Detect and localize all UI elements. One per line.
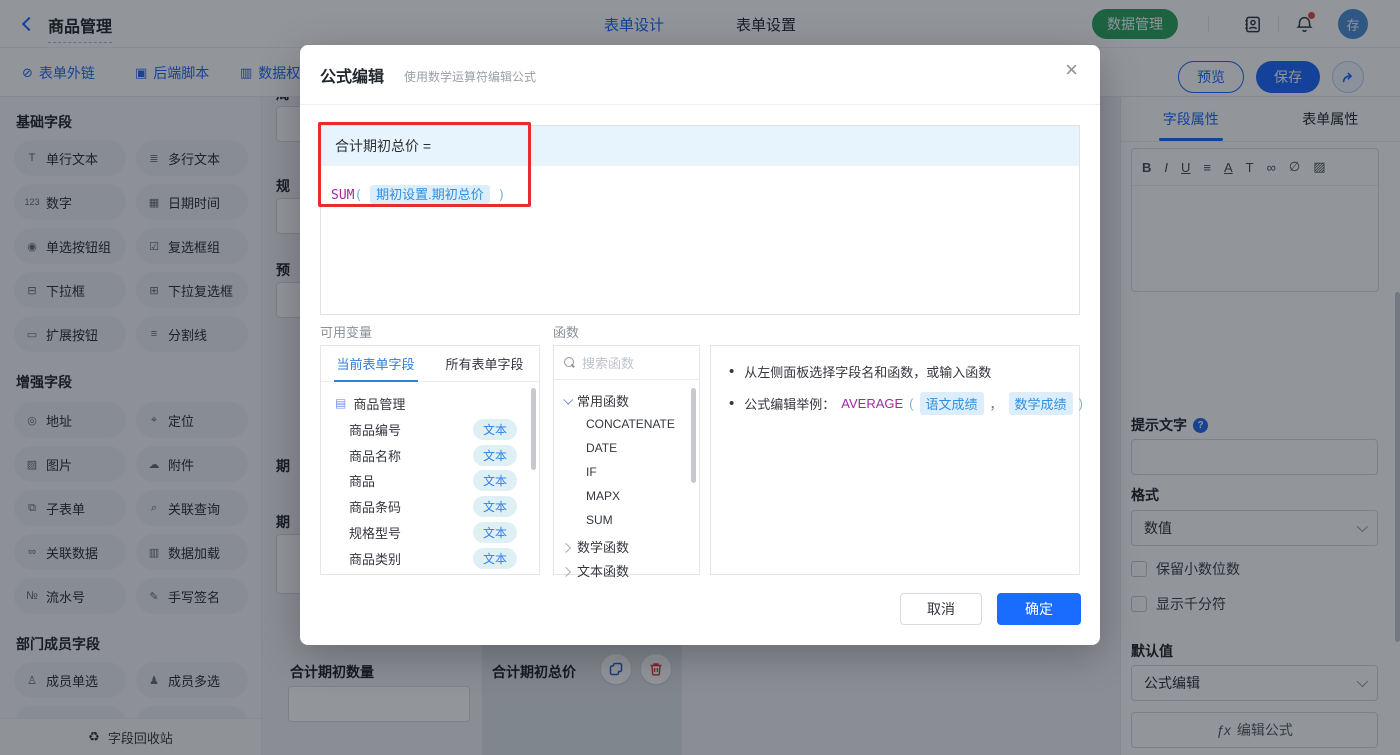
app-screen: 商品管理 表单设计 表单设置 数据管理 存 ⊘ 表单外链 ▣ 后端脚本 ▥ 数据… [0, 0, 1400, 755]
close-icon[interactable]: × [1065, 59, 1078, 81]
variable-item[interactable]: 商品编号 文本 [321, 416, 539, 442]
modal-subtitle: 使用数学运算符编辑公式 [404, 70, 537, 84]
formula-target: 合计期初总价 [335, 138, 419, 154]
example-token: 语文成绩 [919, 392, 984, 415]
functions-scrollbar[interactable] [691, 388, 696, 483]
confirm-button[interactable]: 确定 [997, 593, 1081, 625]
variables-panel: 当前表单字段 所有表单字段 ▤ 商品管理 商品编号 文本 商品名称 文本 商品 文本 … [320, 345, 540, 575]
formula-field-token: 期初设置.期初总价 [370, 185, 490, 204]
modal-title: 公式编辑 [320, 69, 385, 86]
help-line-1: • 从左侧面板选择字段名和函数，或输入函数 [729, 363, 992, 380]
formula-editor[interactable]: 合计期初总价 = SUM( 期初设置.期初总价 ) [320, 125, 1080, 315]
variable-tree-root[interactable]: ▤ 商品管理 [321, 390, 539, 416]
variable-item[interactable]: 商品类别 文本 [321, 545, 539, 571]
variables-scrollbar[interactable] [531, 388, 536, 470]
variable-item[interactable]: 商品名称 文本 [321, 442, 539, 468]
form-doc-icon: ▤ [335, 396, 347, 410]
function-item[interactable]: DATE [554, 436, 699, 460]
type-badge: 文本 [472, 547, 517, 569]
chevron-right-icon [561, 566, 572, 577]
formula-expression[interactable]: SUM( 期初设置.期初总价 ) [321, 166, 1079, 221]
variables-label: 可用变量 [320, 325, 373, 340]
tab-current-form-fields[interactable]: 当前表单字段 [321, 346, 430, 381]
function-group-common[interactable]: 常用函数 [554, 388, 699, 412]
chevron-down-icon [563, 394, 574, 405]
function-group-math[interactable]: 数学函数 [554, 534, 699, 558]
variable-item[interactable]: 商品 文本 [321, 467, 539, 493]
search-icon [564, 357, 575, 368]
formula-target-row: 合计期初总价 = [321, 126, 1079, 166]
divider [300, 104, 1100, 105]
type-badge: 文本 [472, 521, 517, 543]
function-group-text[interactable]: 文本函数 [554, 558, 699, 582]
type-badge: 文本 [472, 418, 517, 440]
example-function-name: AVERAGE [841, 396, 904, 411]
function-item[interactable]: CONCATENATE [554, 412, 699, 436]
function-item[interactable]: IF [554, 460, 699, 484]
formula-function-name: SUM [331, 188, 355, 203]
type-badge: 文本 [472, 444, 517, 466]
variable-item[interactable]: 商品条码 文本 [321, 493, 539, 519]
formula-help-panel: • 从左侧面板选择字段名和函数，或输入函数 • 公式编辑举例： AVERAGE( … [710, 345, 1083, 575]
cancel-button[interactable]: 取消 [900, 593, 982, 625]
functions-panel: 搜索函数 常用函数 CONCATENATE DATE IF MAPX SUM 数… [553, 345, 700, 579]
search-placeholder: 搜索函数 [582, 356, 635, 371]
formula-equals: = [422, 138, 432, 154]
variables-tab-group: 当前表单字段 所有表单字段 [321, 346, 539, 382]
help-line-2: • 公式编辑举例： AVERAGE( 语文成绩 ， 数学成绩 ) [729, 392, 1083, 415]
type-badge: 文本 [472, 469, 517, 491]
type-badge: 文本 [472, 495, 517, 517]
variable-item[interactable]: 规格型号 文本 [321, 519, 539, 545]
formula-edit-modal: 公式编辑 使用数学运算符编辑公式 × 合计期初总价 = SUM( 期初设置.期初… [300, 45, 1100, 645]
tab-all-form-fields[interactable]: 所有表单字段 [430, 346, 539, 381]
chevron-right-icon [561, 542, 572, 553]
function-item[interactable]: SUM [554, 508, 699, 532]
functions-label: 函数 [553, 325, 580, 340]
example-token: 数学成绩 [1008, 392, 1073, 415]
function-item[interactable]: MAPX [554, 484, 699, 508]
function-search[interactable]: 搜索函数 [554, 346, 699, 380]
